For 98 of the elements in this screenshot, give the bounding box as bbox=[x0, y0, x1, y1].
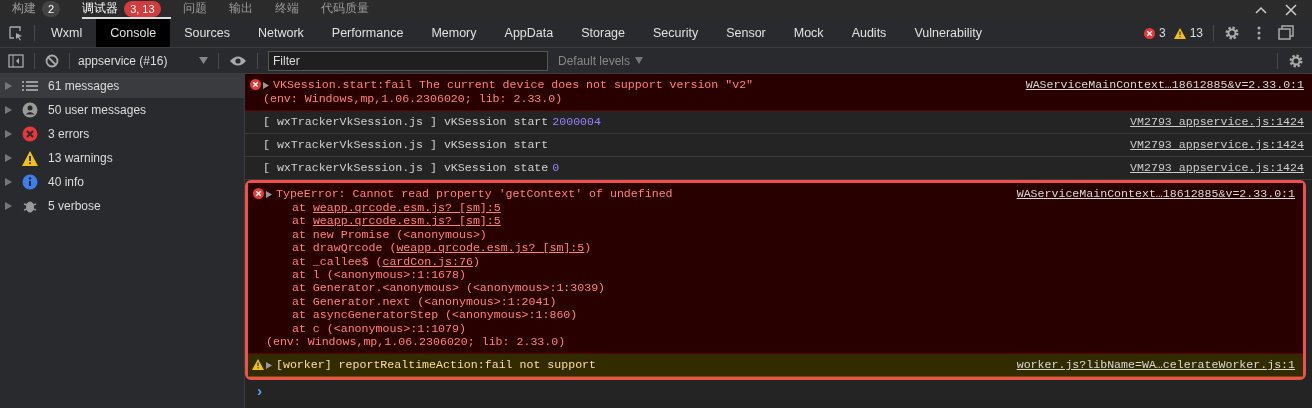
expand-triangle-icon bbox=[5, 130, 12, 138]
stack-trace-line: at weapp.qrcode.esm.js? [sm]:5 bbox=[291, 214, 502, 228]
source-link[interactable]: VM2793 appservice.js:1424 bbox=[1130, 115, 1304, 128]
devtools-tab[interactable]: Vulnerability bbox=[900, 19, 996, 47]
devtools-tab[interactable]: AppData bbox=[490, 19, 568, 47]
panel-tab[interactable]: 终端 bbox=[274, 0, 309, 19]
stack-trace-line: at Generator.next (<anonymous>:1:2041) bbox=[291, 294, 558, 309]
stack-trace-line: at drawQrcode (weapp.qrcode.esm.js? [sm]:5) bbox=[291, 241, 593, 255]
message-text: [ wxTrackerVkSession.js ] vKSession start bbox=[263, 115, 549, 129]
filter-label: 40 info bbox=[48, 175, 85, 189]
stack-trace-line: at Generator.<anonymous> (<anonymous>:1:3039) bbox=[291, 281, 607, 295]
user-icon bbox=[22, 102, 38, 118]
devtools-tab[interactable]: Performance bbox=[317, 19, 418, 47]
message-text: VKSession.start:fail The current device does not support version "v2" bbox=[273, 78, 754, 92]
source-link[interactable]: weapp.qrcode.esm.js? [sm]:5 bbox=[312, 214, 501, 228]
source-link[interactable]: weapp.qrcode.esm.js? [sm]:5 bbox=[312, 201, 501, 214]
sidebar-item[interactable]: 61 messages bbox=[0, 74, 244, 98]
stack-trace-line: at _callee$ (cardCon.js:76) bbox=[291, 254, 481, 269]
expand-triangle-icon bbox=[5, 202, 12, 210]
sidebar-item[interactable]: 40 info bbox=[0, 170, 244, 194]
levels-dropdown[interactable]: Default levels bbox=[558, 53, 644, 68]
devtools-tab[interactable]: Sources bbox=[170, 19, 244, 47]
filter-label: 61 messages bbox=[48, 79, 120, 93]
count-badge: 2 bbox=[42, 0, 61, 17]
devtools-tab[interactable]: Console bbox=[96, 19, 171, 47]
stack-trace-line: at asyncGeneratorStep (<anonymous>:1:860) bbox=[291, 308, 579, 322]
stack-trace-line: at new Promise (<anonymous>) bbox=[291, 227, 488, 242]
warning-icon bbox=[1173, 27, 1186, 39]
message-text: [ wxTrackerVkSession.js ] vKSession start bbox=[263, 138, 549, 152]
stack-trace-line: at weapp.qrcode.esm.js? [sm]:5 bbox=[291, 201, 502, 215]
expand-triangle-icon bbox=[5, 106, 12, 114]
error-count: 3 bbox=[1158, 26, 1166, 40]
message-text: [ wxTrackerVkSession.js ] vKSession state bbox=[263, 161, 549, 175]
warning-icon bbox=[252, 359, 264, 371]
clear-icon[interactable] bbox=[45, 53, 59, 68]
devtools-tab[interactable]: Memory bbox=[417, 19, 491, 47]
prompt-caret: › bbox=[255, 384, 264, 402]
source-link[interactable]: WAServiceMainContext…18612885&v=2.33.0:1 bbox=[1025, 78, 1304, 91]
dropdown-caret-icon bbox=[199, 57, 208, 64]
dropdown-caret-icon bbox=[635, 57, 644, 64]
error-icon bbox=[249, 79, 261, 90]
context-dropdown[interactable]: appservice (#16) bbox=[72, 53, 216, 68]
devtools-tab[interactable]: Mock bbox=[779, 19, 838, 47]
devtools-tab[interactable]: Wxml bbox=[37, 19, 97, 47]
source-link[interactable]: WAServiceMainContext…18612885&v=2.33.0:1 bbox=[1016, 187, 1295, 200]
environment-text: (env: Windows,mp,1.06.2306020; lib: 2.33.0) bbox=[266, 335, 567, 350]
sidebar-item[interactable]: 3 errors bbox=[0, 122, 244, 146]
source-link[interactable]: cardCon.js:76 bbox=[382, 254, 473, 268]
devtools-tab[interactable]: Security bbox=[639, 19, 713, 47]
panel-tab[interactable]: 代码质量 bbox=[320, 0, 379, 19]
more-icon[interactable] bbox=[1256, 25, 1262, 41]
message-value: 0 bbox=[552, 161, 560, 175]
error-icon bbox=[252, 188, 264, 199]
devtools-tab[interactable]: Sensor bbox=[712, 19, 780, 47]
panel-tab[interactable]: 问题 bbox=[182, 0, 217, 19]
expand-triangle-icon[interactable] bbox=[266, 190, 272, 198]
warning-icon bbox=[22, 150, 38, 166]
source-link[interactable]: VM2793 appservice.js:1424 bbox=[1130, 161, 1304, 174]
expand-triangle-icon[interactable] bbox=[263, 81, 269, 89]
message-text: [worker] reportRealtimeAction:fail not support bbox=[276, 358, 597, 373]
expand-triangle-icon bbox=[5, 178, 12, 186]
filter-label: 5 verbose bbox=[48, 199, 101, 213]
error-icon bbox=[1143, 27, 1155, 39]
expand-triangle-icon[interactable] bbox=[266, 361, 272, 369]
settings-icon[interactable] bbox=[1288, 52, 1304, 69]
sidebar-toggle-icon[interactable] bbox=[8, 53, 24, 68]
filter-label: 3 errors bbox=[48, 127, 90, 141]
eye-icon[interactable] bbox=[229, 54, 247, 67]
devtools-tab[interactable]: Audits bbox=[837, 19, 901, 47]
devtools-tab[interactable]: Storage bbox=[567, 19, 639, 47]
panel-tab[interactable]: 构建 2 bbox=[12, 0, 71, 19]
dock-icon[interactable] bbox=[1278, 25, 1294, 41]
filter-label: 13 warnings bbox=[48, 151, 113, 165]
warning-count: 13 bbox=[1189, 26, 1203, 40]
sidebar-item[interactable]: 50 user messages bbox=[0, 98, 244, 122]
sidebar-item[interactable]: 5 verbose bbox=[0, 194, 244, 218]
info-icon bbox=[22, 174, 38, 190]
list-icon bbox=[22, 79, 38, 93]
filter-label: 50 user messages bbox=[48, 103, 147, 117]
filter-field[interactable]: Filter bbox=[268, 50, 548, 71]
source-link[interactable]: weapp.qrcode.esm.js? [sm]:5 bbox=[396, 241, 585, 255]
count-badge: 3, 13 bbox=[124, 0, 161, 17]
close-icon[interactable] bbox=[1284, 2, 1298, 17]
settings-icon[interactable] bbox=[1224, 25, 1240, 41]
expand-triangle-icon bbox=[5, 82, 12, 90]
stack-trace-line: at c (<anonymous>:1:1079) bbox=[291, 321, 467, 336]
message-value: 2000004 bbox=[552, 115, 601, 129]
source-link[interactable]: worker.js?libName=WA…celerateWorker.js:1 bbox=[1016, 358, 1295, 372]
stack-trace-line: at l (<anonymous>:1:1678) bbox=[291, 268, 467, 282]
message-text: TypeError: Cannot read property 'getContext' of undefined bbox=[276, 187, 673, 201]
devtools-tab[interactable]: Network bbox=[244, 19, 318, 47]
sidebar-item[interactable]: 13 warnings bbox=[0, 146, 244, 170]
panel-tab[interactable]: 输出 bbox=[228, 0, 263, 19]
environment-text: (env: Windows,mp,1.06.2306020; lib: 2.33.0) bbox=[263, 92, 564, 106]
expand-triangle-icon bbox=[5, 154, 12, 162]
error-icon bbox=[22, 126, 38, 142]
source-link[interactable]: VM2793 appservice.js:1424 bbox=[1130, 138, 1304, 151]
inspect-icon[interactable] bbox=[8, 25, 24, 41]
